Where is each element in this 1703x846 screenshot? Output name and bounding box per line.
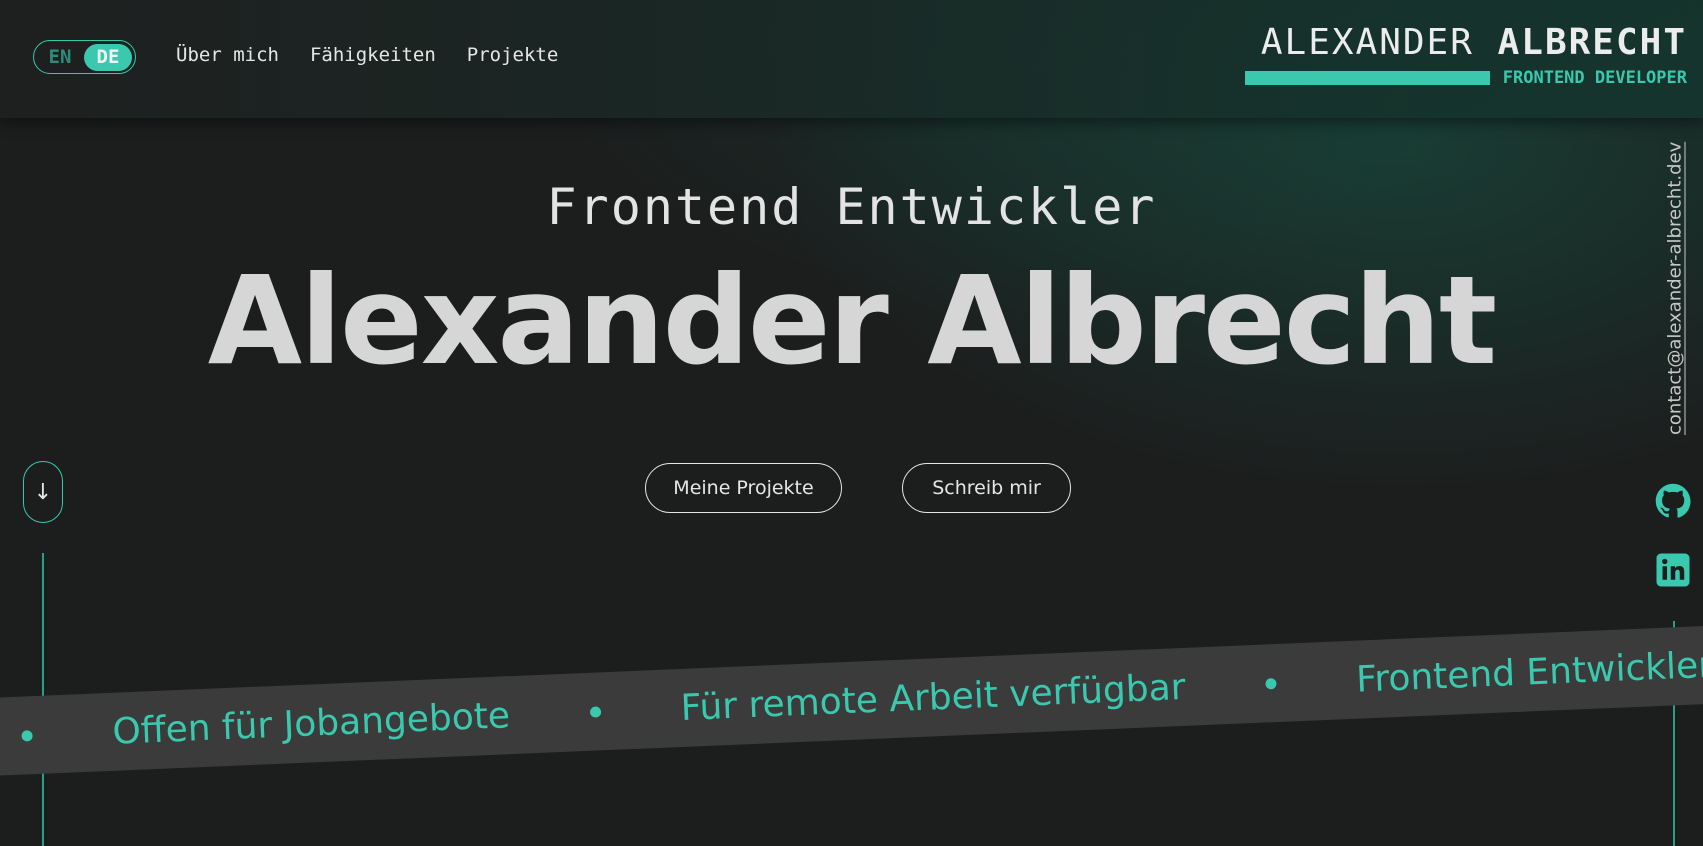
brand-role: FRONTEND DEVELOPER <box>1502 68 1687 88</box>
ribbon-dot <box>589 705 602 718</box>
scroll-down-button[interactable]: ↓ <box>23 461 63 523</box>
projects-button[interactable]: Meine Projekte <box>645 463 842 513</box>
contact-button[interactable]: Schreib mir <box>902 463 1071 513</box>
ribbon-dot <box>21 729 33 742</box>
linkedin-icon[interactable] <box>1655 552 1691 588</box>
language-toggle[interactable]: EN DE <box>33 40 136 74</box>
ribbon-item-frontend: Frontend Entwickler <box>1355 644 1703 701</box>
brand-last-name: ALBRECHT <box>1497 22 1687 63</box>
email-link[interactable]: contact@alexander-albrecht.dev <box>1661 135 1689 435</box>
ribbon-item-jobs: Offen für Jobangebote <box>111 694 511 753</box>
brand-accent-bar <box>1245 71 1490 85</box>
arrow-down-icon: ↓ <box>33 479 53 505</box>
brand-name: ALEXANDER ALBRECHT <box>1261 22 1687 63</box>
hero-subtitle: Frontend Entwickler <box>546 178 1157 236</box>
github-icon[interactable] <box>1655 483 1691 519</box>
hero-title: Alexander Albrecht <box>207 250 1498 392</box>
site-header: EN DE Über mich Fähigkeiten Projekte ALE… <box>0 0 1703 118</box>
ribbon-dot <box>1265 677 1277 689</box>
nav-link-about[interactable]: Über mich <box>176 44 279 66</box>
brand-first-name: ALEXANDER <box>1260 22 1474 63</box>
nav-link-projects[interactable]: Projekte <box>467 44 559 66</box>
nav-link-skills[interactable]: Fähigkeiten <box>310 44 436 66</box>
lang-option-en[interactable]: EN <box>36 44 84 71</box>
lang-option-de[interactable]: DE <box>84 43 132 71</box>
ribbon-item-remote: Für remote Arbeit verfügbar <box>679 666 1187 729</box>
marquee-ribbon: Offen für Jobangebote Für remote Arbeit … <box>0 623 1703 778</box>
brand-logo[interactable]: ALEXANDER ALBRECHT FRONTEND DEVELOPER <box>1245 22 1687 88</box>
main-nav: Über mich Fähigkeiten Projekte <box>176 44 558 66</box>
